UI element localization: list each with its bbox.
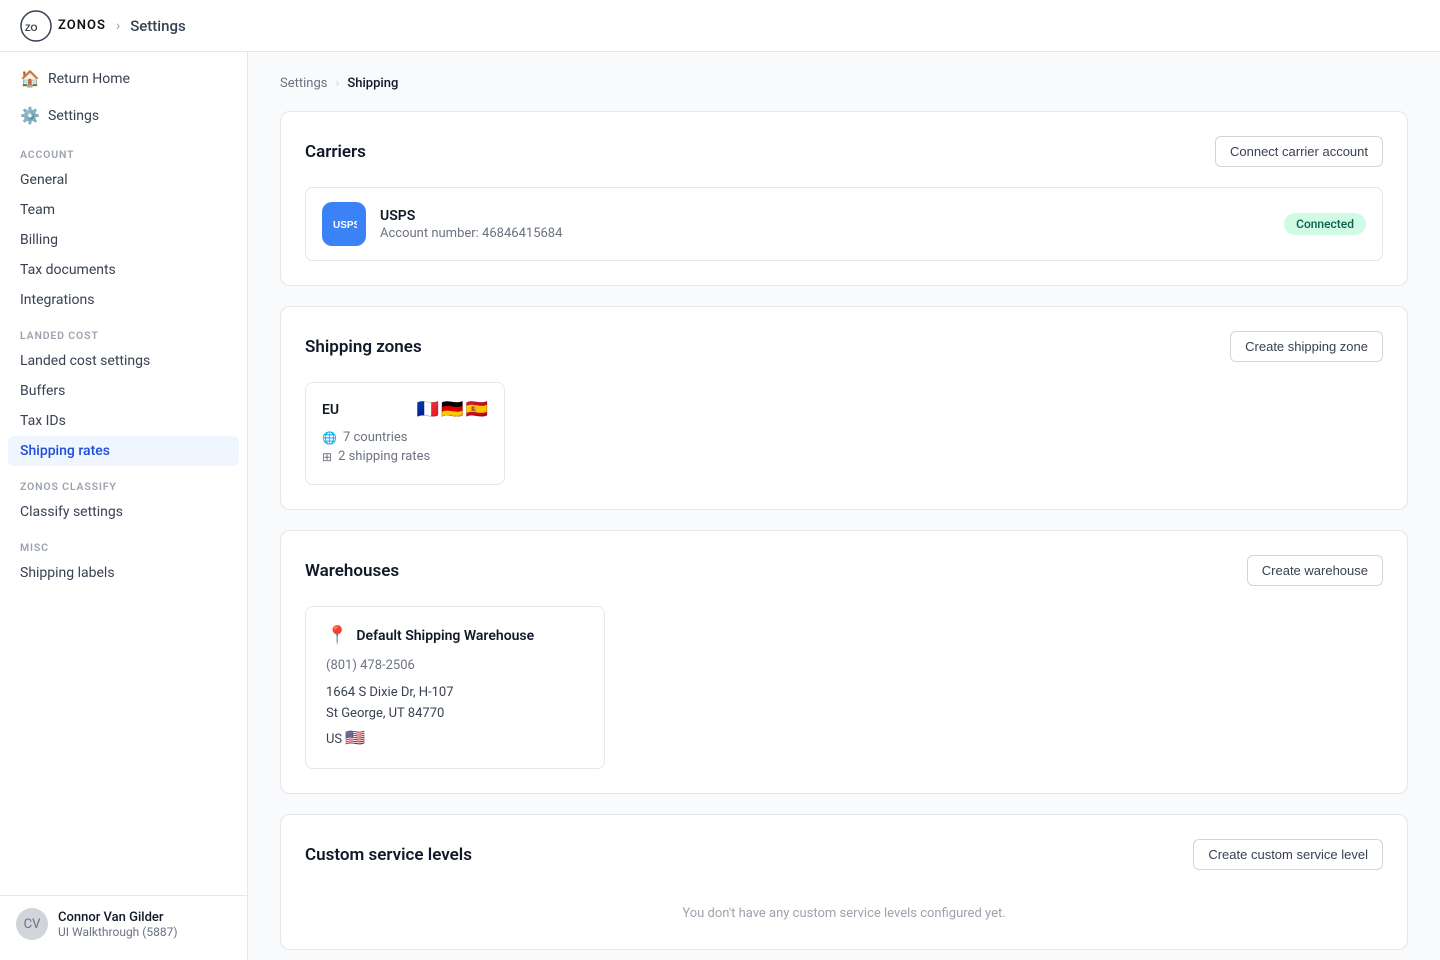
custom-service-levels-header: Custom service levels Create custom serv… — [305, 839, 1383, 870]
custom-service-levels-title: Custom service levels — [305, 845, 472, 865]
sidebar-section-landed-cost: LANDED COST — [0, 315, 247, 346]
carrier-name: USPS — [380, 208, 1270, 224]
sidebar-user-name: Connor Van Gilder — [58, 910, 178, 925]
zone-eu-header: EU 🇫🇷 🇩🇪 🇪🇸 — [322, 399, 488, 420]
create-shipping-zone-button[interactable]: Create shipping zone — [1230, 331, 1383, 362]
main-content: Settings › Shipping Carriers Connect car… — [248, 52, 1440, 960]
carrier-status-badge: Connected — [1284, 213, 1366, 235]
flag-es-icon: 🇪🇸 — [466, 399, 488, 420]
carrier-account-number: Account number: 46846415684 — [380, 226, 1270, 241]
sidebar-user-info: Connor Van Gilder UI Walkthrough (5887) — [58, 910, 178, 939]
warehouse-flag-icon: 🇺🇸 — [345, 728, 365, 747]
sidebar: 🏠 Return Home ⚙️ Settings ACCOUNT Genera… — [0, 52, 248, 960]
sidebar-item-classify-settings[interactable]: Classify settings — [0, 497, 247, 527]
shipping-zones-header: Shipping zones Create shipping zone — [305, 331, 1383, 362]
warehouse-header: 📍 Default Shipping Warehouse — [326, 625, 584, 646]
create-custom-service-level-button[interactable]: Create custom service level — [1193, 839, 1383, 870]
carrier-usps-info: USPS Account number: 46846415684 — [380, 208, 1270, 241]
usps-icon: USPS — [322, 202, 366, 246]
sidebar-item-tax-documents[interactable]: Tax documents — [0, 255, 247, 285]
sidebar-section-account: ACCOUNT — [0, 134, 247, 165]
warehouses-title: Warehouses — [305, 561, 399, 581]
avatar: CV — [16, 908, 48, 940]
grid-icon: ⊞ — [322, 450, 332, 464]
zone-eu-shipping-rates: ⊞ 2 shipping rates — [322, 449, 488, 464]
sidebar-item-billing[interactable]: Billing — [0, 225, 247, 255]
carrier-usps-item[interactable]: USPS USPS Account number: 46846415684 Co… — [305, 187, 1383, 261]
sidebar-section-zonos-classify: ZONOS CLASSIFY — [0, 466, 247, 497]
sidebar-item-shipping-labels[interactable]: Shipping labels — [0, 558, 247, 588]
warehouses-card: Warehouses Create warehouse 📍 Default Sh… — [280, 530, 1408, 794]
sidebar-item-return-home[interactable]: 🏠 Return Home — [0, 60, 247, 97]
sidebar-user-profile[interactable]: CV Connor Van Gilder UI Walkthrough (588… — [0, 895, 247, 952]
warehouse-name: Default Shipping Warehouse — [356, 628, 534, 644]
topbar-page-title: Settings — [130, 17, 186, 35]
custom-service-levels-card: Custom service levels Create custom serv… — [280, 814, 1408, 950]
warehouse-address-line1: 1664 S Dixie Dr, H-107 — [326, 683, 584, 704]
sidebar-item-tax-ids[interactable]: Tax IDs — [0, 406, 247, 436]
zone-eu-countries: 🌐 7 countries — [322, 430, 488, 445]
warehouse-address: 1664 S Dixie Dr, H-107 St George, UT 847… — [326, 683, 584, 750]
shipping-zones-list: EU 🇫🇷 🇩🇪 🇪🇸 🌐 7 countries ⊞ 2 shi — [305, 382, 1383, 485]
sidebar-item-integrations[interactable]: Integrations — [0, 285, 247, 315]
breadcrumb-current: Shipping — [347, 76, 398, 91]
breadcrumb-settings-link[interactable]: Settings — [280, 76, 327, 91]
sidebar-item-team[interactable]: Team — [0, 195, 247, 225]
globe-icon: 🌐 — [322, 431, 337, 445]
warehouse-address-line2: St George, UT 84770 — [326, 704, 584, 725]
flag-fr-icon: 🇫🇷 — [417, 399, 439, 420]
sidebar-item-buffers[interactable]: Buffers — [0, 376, 247, 406]
topbar: ZO ZONOS › Settings — [0, 0, 1440, 52]
svg-text:ZO: ZO — [25, 23, 38, 33]
svg-text:USPS: USPS — [333, 220, 357, 231]
shipping-zones-card: Shipping zones Create shipping zone EU 🇫… — [280, 306, 1408, 510]
warehouse-country: US 🇺🇸 — [326, 725, 584, 751]
return-home-label: Return Home — [48, 71, 130, 87]
sidebar-item-shipping-rates[interactable]: Shipping rates — [8, 436, 239, 466]
zone-eu-name: EU — [322, 402, 339, 418]
shipping-zone-eu[interactable]: EU 🇫🇷 🇩🇪 🇪🇸 🌐 7 countries ⊞ 2 shi — [305, 382, 505, 485]
settings-label: Settings — [48, 108, 99, 124]
sidebar-item-landed-cost-settings[interactable]: Landed cost settings — [0, 346, 247, 376]
sidebar-item-settings[interactable]: ⚙️ Settings — [0, 97, 247, 134]
carriers-title: Carriers — [305, 142, 366, 162]
gear-icon: ⚙️ — [20, 106, 38, 125]
topbar-logo[interactable]: ZO ZONOS — [20, 10, 106, 42]
warehouses-list: 📍 Default Shipping Warehouse (801) 478-2… — [305, 606, 1383, 769]
home-icon: 🏠 — [20, 69, 38, 88]
warehouses-header: Warehouses Create warehouse — [305, 555, 1383, 586]
sidebar-section-misc: MISC — [0, 527, 247, 558]
topbar-brand-name: ZONOS — [58, 18, 106, 33]
carriers-card: Carriers Connect carrier account USPS US… — [280, 111, 1408, 286]
shipping-zones-title: Shipping zones — [305, 337, 422, 357]
carriers-card-header: Carriers Connect carrier account — [305, 136, 1383, 167]
sidebar-item-general[interactable]: General — [0, 165, 247, 195]
create-warehouse-button[interactable]: Create warehouse — [1247, 555, 1383, 586]
custom-service-levels-empty: You don't have any custom service levels… — [305, 890, 1383, 925]
zonos-logo-icon: ZO — [20, 10, 52, 42]
breadcrumb: Settings › Shipping — [280, 76, 1408, 91]
warehouse-phone: (801) 478-2506 — [326, 658, 584, 673]
flag-de-icon: 🇩🇪 — [441, 399, 463, 420]
connect-carrier-button[interactable]: Connect carrier account — [1215, 136, 1383, 167]
location-pin-icon: 📍 — [326, 625, 348, 646]
sidebar-user-subtitle: UI Walkthrough (5887) — [58, 925, 178, 939]
topbar-chevron-icon: › — [116, 18, 120, 34]
warehouse-default[interactable]: 📍 Default Shipping Warehouse (801) 478-2… — [305, 606, 605, 769]
breadcrumb-separator: › — [335, 76, 339, 91]
zone-eu-flags: 🇫🇷 🇩🇪 🇪🇸 — [417, 399, 488, 420]
